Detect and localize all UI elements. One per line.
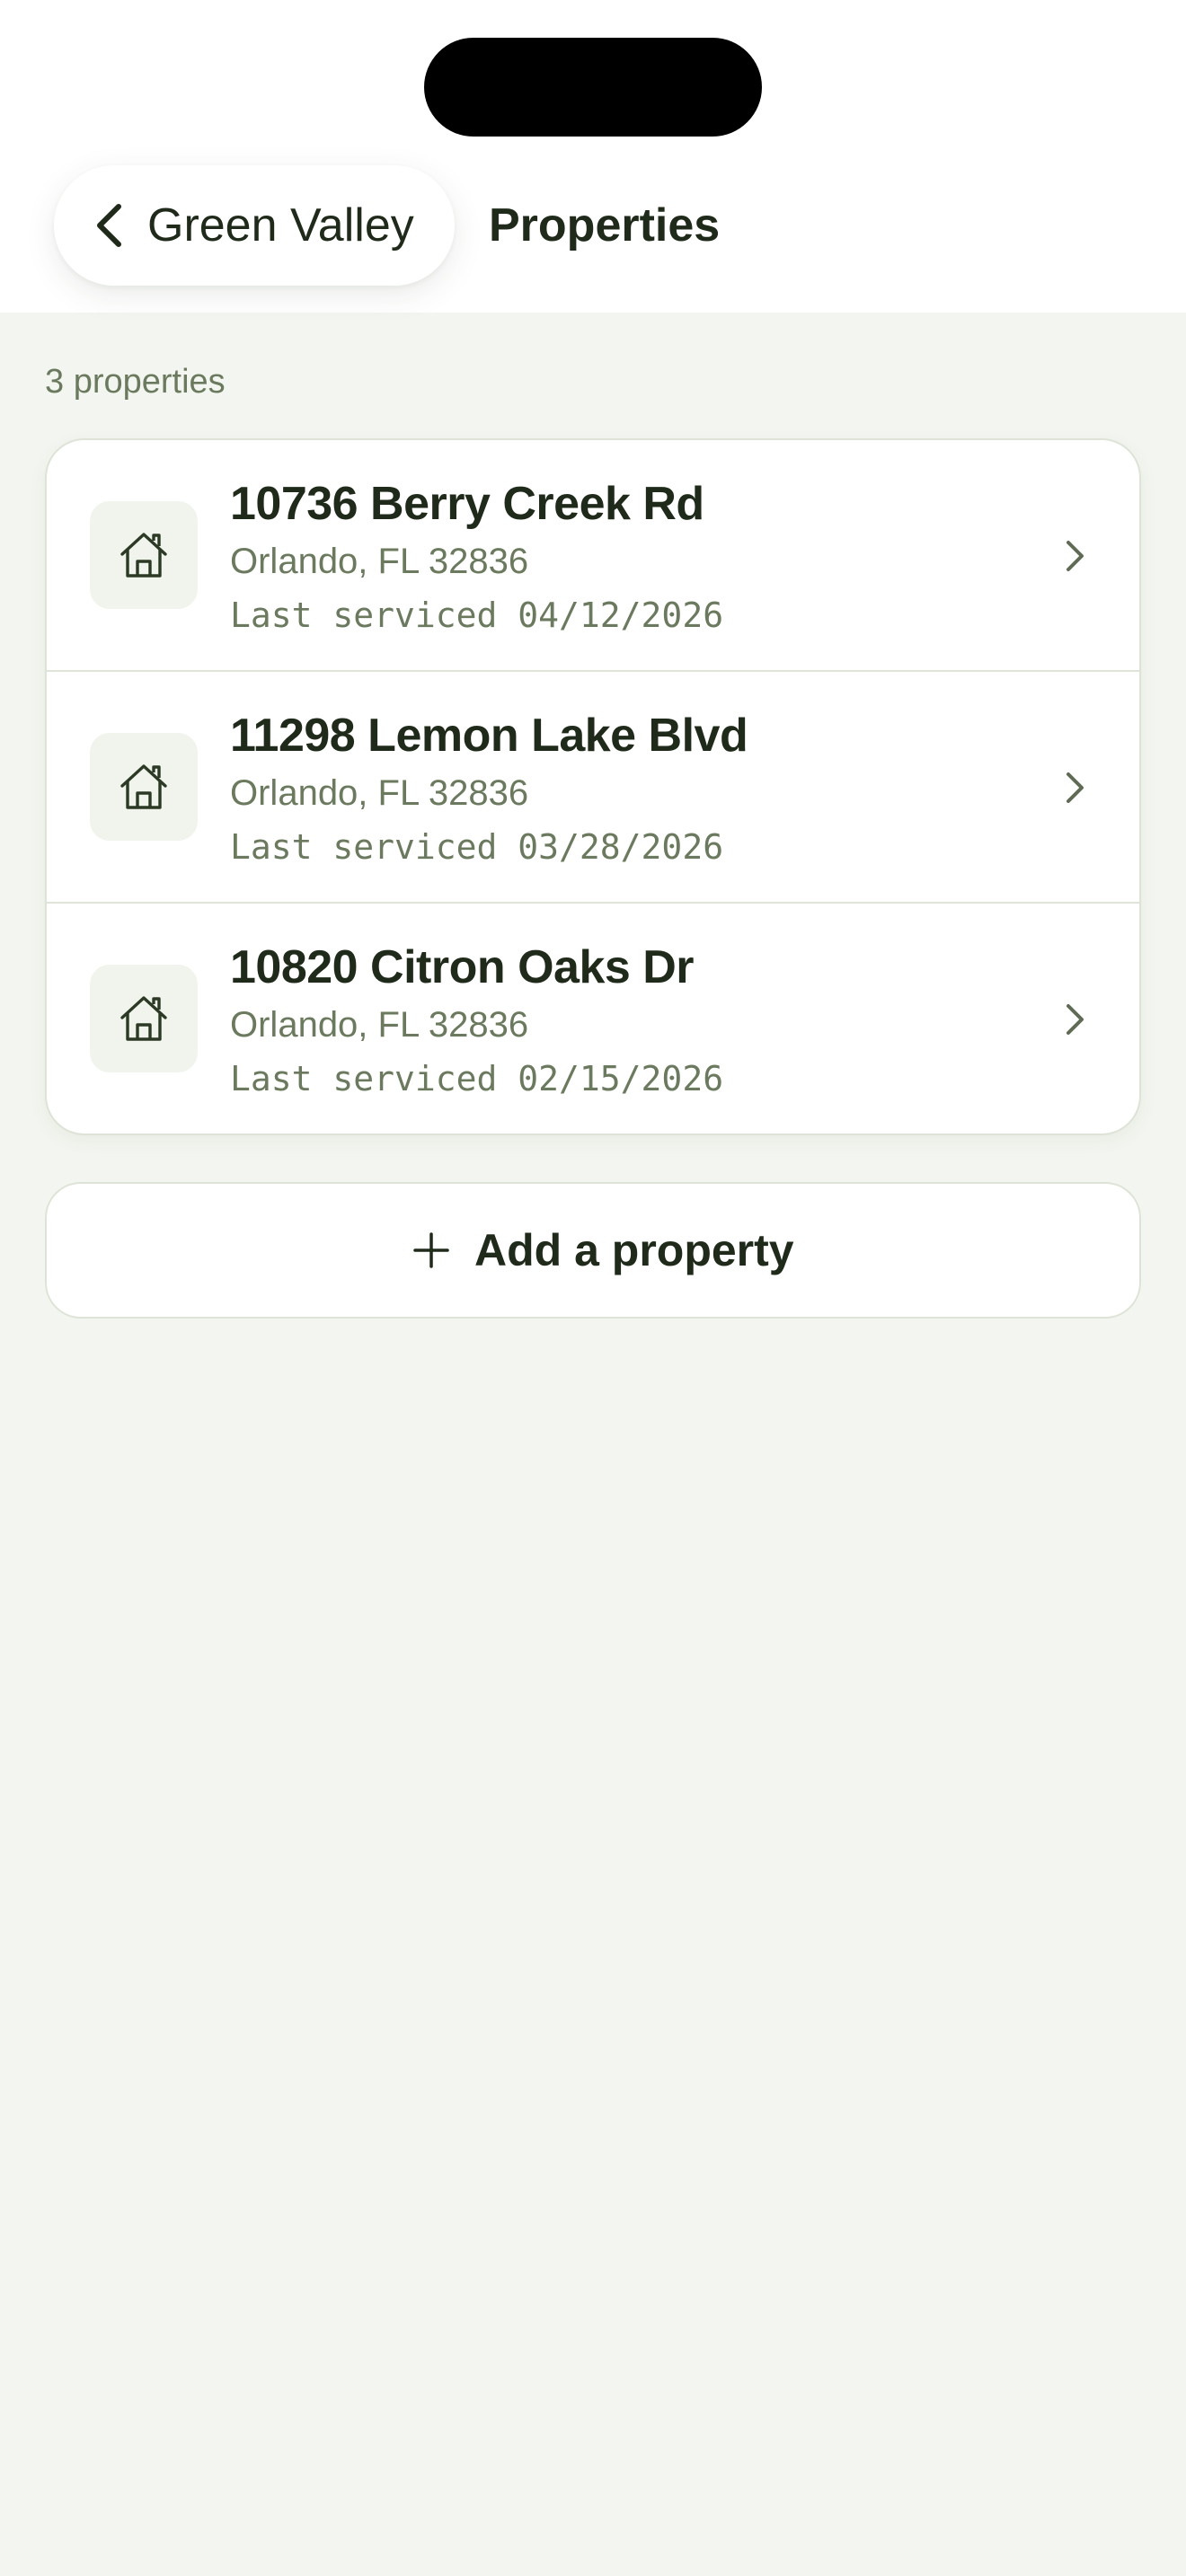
property-last-serviced: Last serviced 04/12/2026: [230, 595, 724, 635]
property-address: 10820 Citron Oaks Dr: [230, 941, 695, 993]
list-item[interactable]: 10736 Berry Creek Rd Orlando, FL 32836 L…: [47, 440, 1139, 672]
page-title: Properties: [489, 199, 721, 251]
chevron-left-icon: [97, 204, 121, 247]
dynamic-island: [424, 38, 762, 137]
chevron-right-icon: [1067, 772, 1084, 803]
add-property-label: Add a property: [474, 1225, 794, 1275]
property-last-serviced: Last serviced 03/28/2026: [230, 827, 724, 867]
plus-icon: [413, 1232, 449, 1268]
back-button-label: Green Valley: [147, 199, 414, 251]
property-city: Orlando, FL 32836: [230, 542, 529, 581]
add-property-button[interactable]: Add a property: [45, 1182, 1141, 1319]
chevron-right-icon: [1067, 541, 1084, 571]
back-button[interactable]: Green Valley: [54, 165, 455, 286]
property-tile: [90, 733, 198, 841]
property-count: 3 properties: [45, 363, 226, 401]
property-list: 10736 Berry Creek Rd Orlando, FL 32836 L…: [45, 438, 1141, 1135]
property-address: 10736 Berry Creek Rd: [230, 478, 704, 530]
house-icon: [120, 533, 167, 578]
list-item[interactable]: 10820 Citron Oaks Dr Orlando, FL 32836 L…: [47, 904, 1139, 1134]
list-item[interactable]: 11298 Lemon Lake Blvd Orlando, FL 32836 …: [47, 672, 1139, 904]
nav-header: Green Valley Properties: [0, 0, 1186, 313]
property-last-serviced: Last serviced 02/15/2026: [230, 1059, 724, 1098]
property-tile: [90, 501, 198, 609]
property-tile: [90, 965, 198, 1072]
house-icon: [120, 764, 167, 809]
house-icon: [120, 996, 167, 1041]
property-city: Orlando, FL 32836: [230, 773, 529, 813]
chevron-right-icon: [1067, 1004, 1084, 1035]
property-address: 11298 Lemon Lake Blvd: [230, 710, 748, 762]
property-city: Orlando, FL 32836: [230, 1005, 529, 1045]
